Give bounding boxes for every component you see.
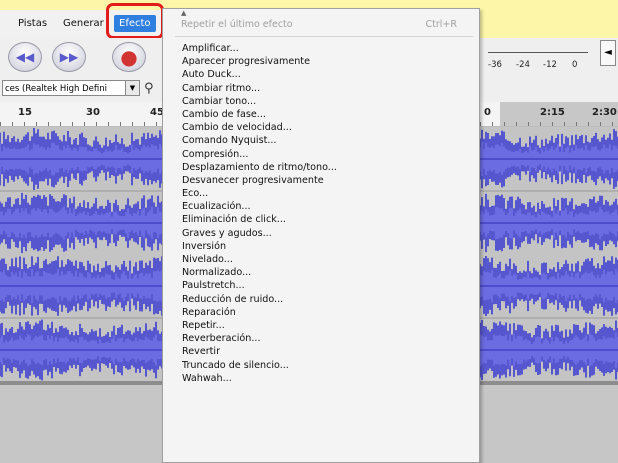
menu-item[interactable]: Graves y agudos... <box>182 227 337 240</box>
microphone-icon: ⚲ <box>144 81 154 96</box>
menu-item[interactable]: Normalizado... <box>182 266 337 279</box>
menu-item[interactable]: Eliminación de click... <box>182 213 337 226</box>
input-device-value: ces (Realtek High Defini <box>5 84 107 94</box>
menu-generar[interactable]: Generar <box>63 18 104 29</box>
ruler-tick-label: 0 <box>484 107 491 118</box>
menu-item[interactable]: Nivelado... <box>182 253 337 266</box>
menu-item[interactable]: Auto Duck... <box>182 68 337 81</box>
menu-item[interactable]: Cambiar tono... <box>182 95 337 108</box>
menu-item[interactable]: Aparecer progresivamente <box>182 55 337 68</box>
menu-item[interactable]: Repetir... <box>182 319 337 332</box>
dropdown-arrow-icon[interactable]: ▼ <box>125 81 139 95</box>
menu-item[interactable]: Desvanecer progresivamente <box>182 174 337 187</box>
menu-separator <box>175 36 473 37</box>
menu-item[interactable]: Cambio de velocidad... <box>182 121 337 134</box>
menu-item[interactable]: Compresión... <box>182 148 337 161</box>
level-meter: -36 -24 -12 0 ◄ <box>482 38 618 102</box>
input-device-select[interactable]: ces (Realtek High Defini ▼ <box>2 80 140 96</box>
effect-menu-list: Amplificar... Aparecer progresivamente Aut… <box>182 42 337 385</box>
menu-item[interactable]: Cambio de fase... <box>182 108 337 121</box>
menu-item[interactable]: Paulstretch... <box>182 279 337 292</box>
menu-item-shortcut: Ctrl+R <box>425 19 457 30</box>
skip-forward-icon[interactable]: ▶▶ <box>52 42 86 72</box>
menu-item[interactable]: Desplazamiento de ritmo/tono... <box>182 161 337 174</box>
skip-back-icon[interactable]: ◀◀ <box>8 42 42 72</box>
effect-menu: ▲ Repetir el último efecto Ctrl+R Amplif… <box>162 8 480 463</box>
menu-item[interactable]: Reparación <box>182 306 337 319</box>
menu-item[interactable]: Inversión <box>182 240 337 253</box>
menu-item[interactable]: Truncado de silencio... <box>182 359 337 372</box>
record-icon[interactable]: ● <box>112 42 146 72</box>
menu-pistas[interactable]: Pistas <box>18 18 47 29</box>
menu-item[interactable]: Eco... <box>182 187 337 200</box>
menu-item[interactable]: Ecualización... <box>182 200 337 213</box>
menu-item[interactable]: Comando Nyquist... <box>182 134 337 147</box>
ruler-tick-label: 30 <box>86 107 100 118</box>
menu-item[interactable]: Wahwah... <box>182 372 337 385</box>
menu-item-repeat-last-effect[interactable]: Repetir el último efecto <box>181 19 293 30</box>
annotation-highlight <box>106 3 164 39</box>
menu-item[interactable]: Reverberación... <box>182 332 337 345</box>
meter-label: -24 <box>516 60 530 70</box>
audacity-window: Pistas Generar Efecto ◀◀ ▶▶ ● ces (Realt… <box>0 0 618 463</box>
meter-label: -12 <box>543 60 557 70</box>
meter-scale-line <box>488 52 588 53</box>
menu-item[interactable]: Revertir <box>182 345 337 358</box>
scroll-up-icon[interactable]: ▲ <box>181 9 186 17</box>
menu-item[interactable]: Reducción de ruido... <box>182 293 337 306</box>
menu-item[interactable]: Cambiar ritmo... <box>182 82 337 95</box>
meter-label: -36 <box>488 60 502 70</box>
meter-label: 0 <box>572 60 578 70</box>
ruler-tick-label: 2:15 <box>540 107 565 118</box>
meter-toggle[interactable]: ◄ <box>600 40 616 66</box>
menu-item[interactable]: Amplificar... <box>182 42 337 55</box>
ruler-tick-label: 2:30 <box>592 107 617 118</box>
ruler-tick-label: 15 <box>18 107 32 118</box>
